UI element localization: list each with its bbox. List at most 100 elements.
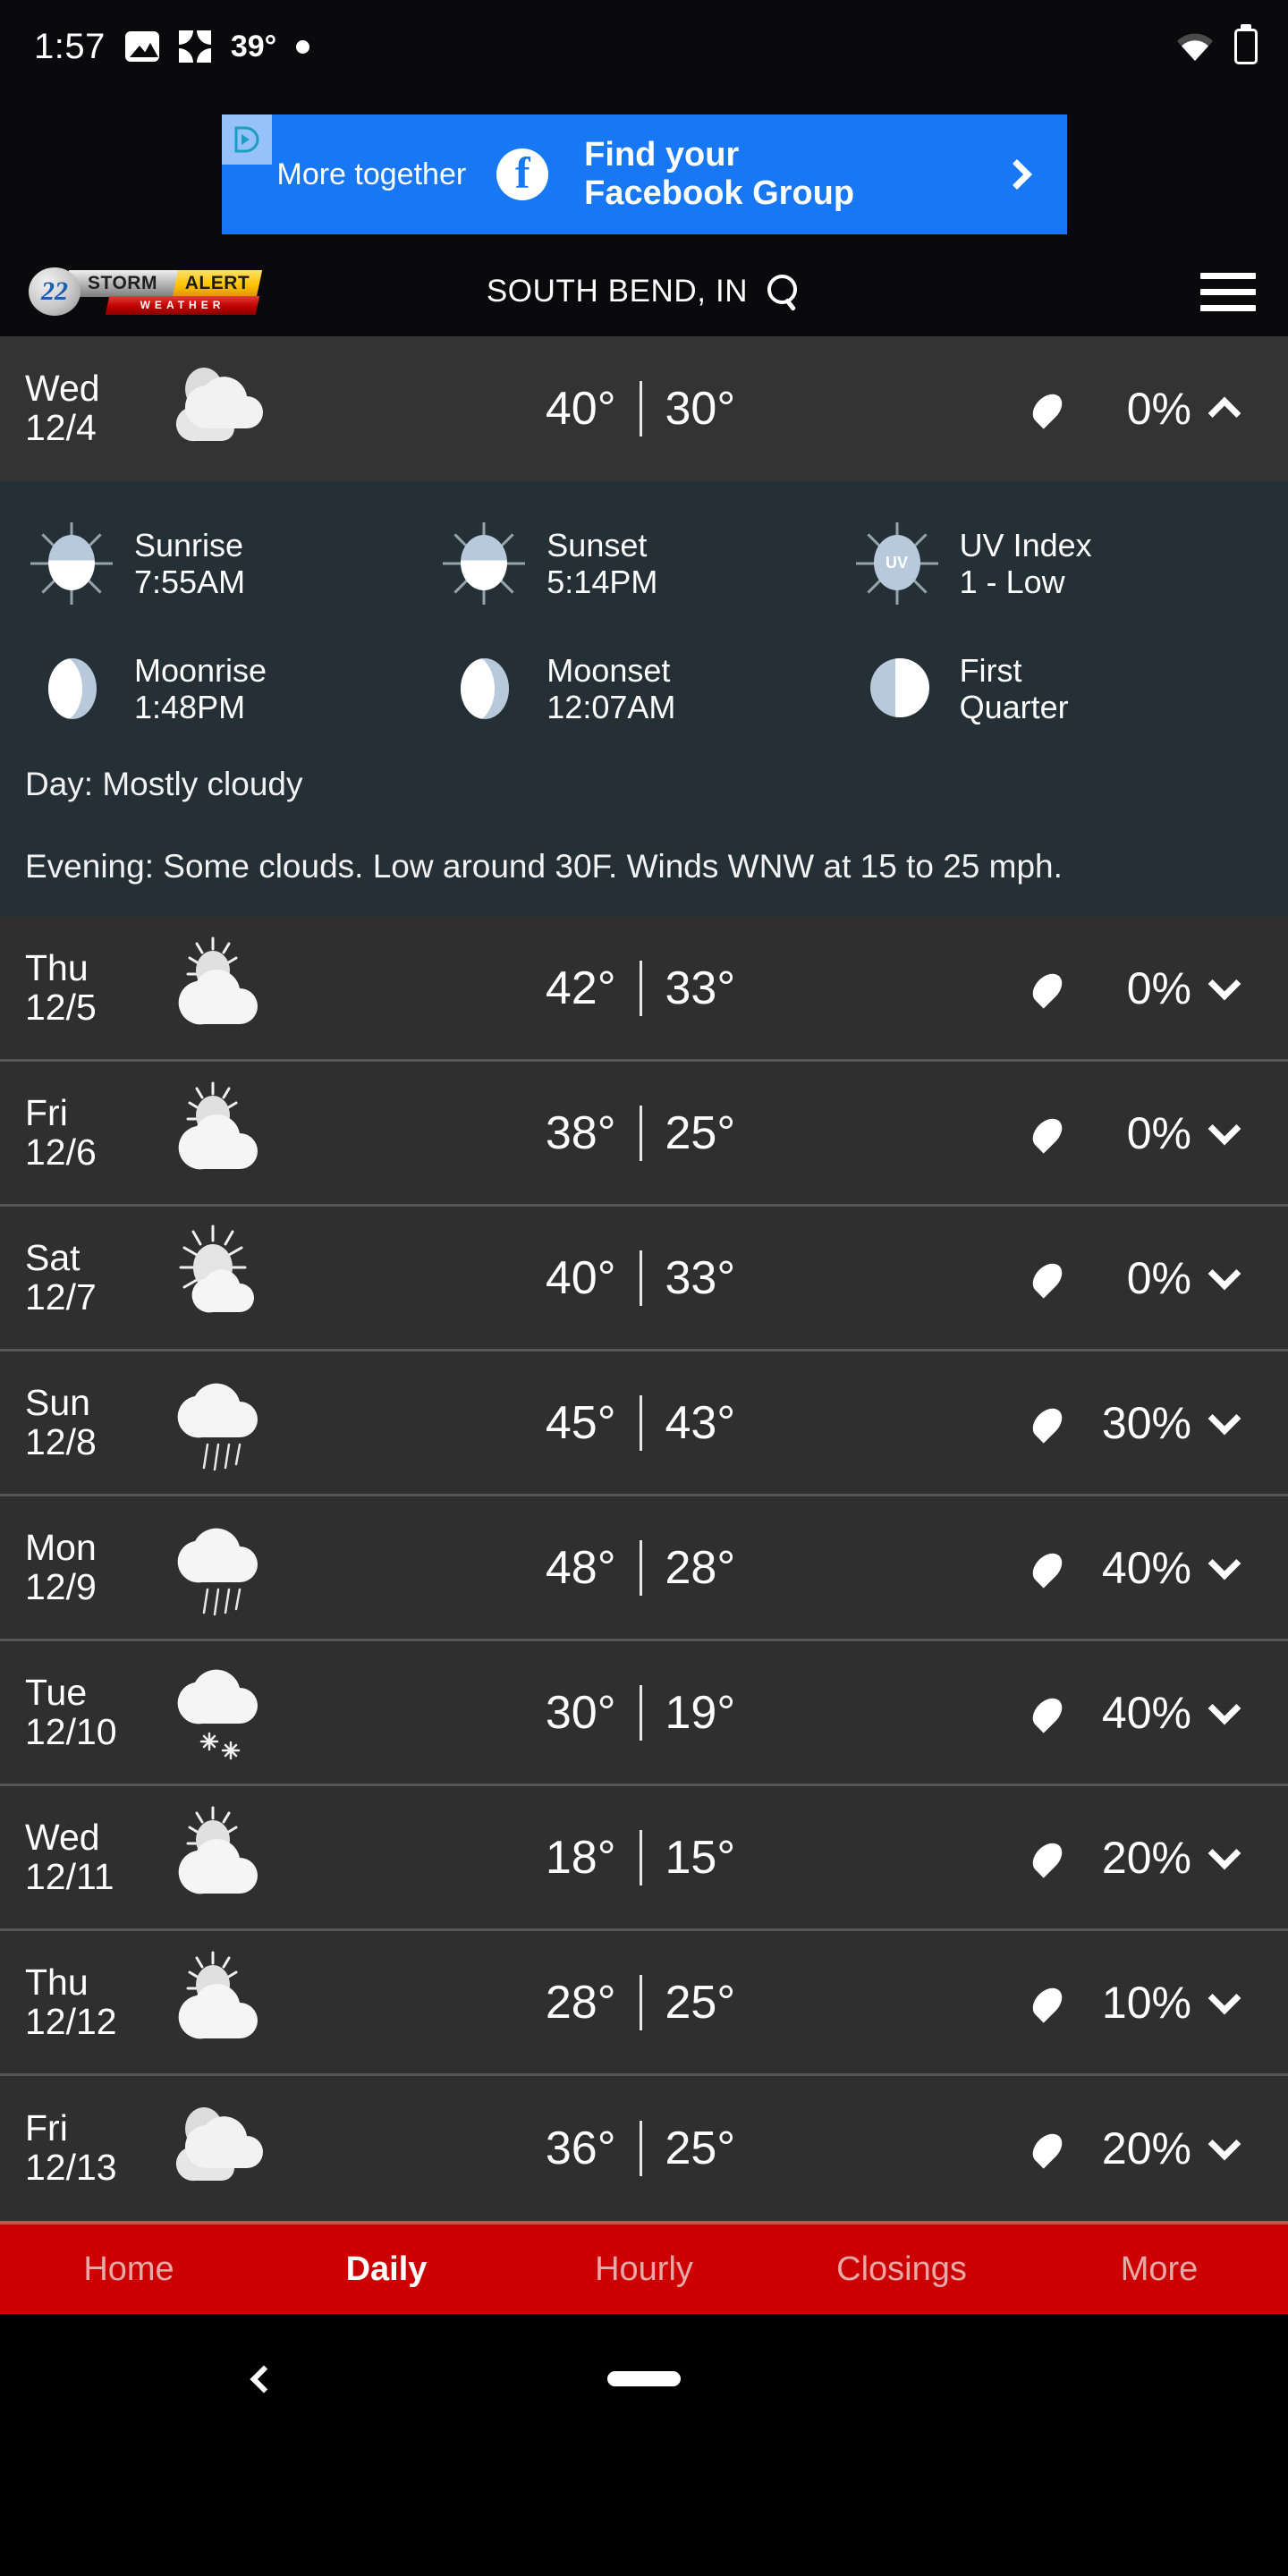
forecast-description: Day: Mostly cloudy Evening: Some clouds.…	[25, 760, 1263, 890]
logo-channel-number: 22	[41, 276, 68, 306]
forecast-date: Wed 12/4	[25, 369, 140, 448]
forecast-day-name: Tue	[25, 1671, 88, 1713]
forecast-precip-value: 0%	[1126, 1252, 1191, 1303]
forecast-row-mon-12-9[interactable]: Mon 12/9 48° 28° 40%	[0, 1496, 1288, 1642]
forecast-day-name: Sat	[25, 1236, 80, 1278]
logo-channel-badge: 22	[29, 267, 80, 316]
location-label[interactable]: SOUTH BEND, IN	[487, 274, 748, 309]
logo-weather-plate: WEATHER	[105, 296, 260, 315]
sunrise-value: 7:55AM	[134, 564, 246, 600]
forecast-day-name: Wed	[25, 368, 100, 410]
ad-headline-line1: Find your	[584, 135, 740, 174]
forecast-precip-value: 10%	[1101, 1977, 1191, 2028]
forecast-precip: 0%	[971, 962, 1191, 1014]
partly-sunny-icon	[140, 930, 309, 1046]
nav-tab-home[interactable]: Home	[0, 2250, 258, 2289]
expand-chevron-icon[interactable]	[1191, 1836, 1258, 1870]
forecast-row-sun-12-8[interactable]: Sun 12/8 45° 43° 30%	[0, 1352, 1288, 1497]
home-pill-icon[interactable]	[607, 2371, 681, 2387]
forecast-low: 28°	[665, 1541, 736, 1594]
mostly-cloudy-icon	[140, 351, 309, 467]
hamburger-menu-icon[interactable]	[1200, 272, 1256, 311]
forecast-temps: 38° 25°	[309, 1105, 971, 1161]
uv-index-text: UV Index 1 - Low	[960, 527, 1092, 600]
forecast-row-fri-12-6[interactable]: Fri 12/6 38° 25° 0%	[0, 1062, 1288, 1208]
nav-tab-closings[interactable]: Closings	[773, 2250, 1030, 2289]
ad-headline-line2: Facebook Group	[584, 174, 855, 212]
forecast-day-date: 12/5	[25, 986, 97, 1028]
moonset-label: Moonset	[547, 651, 671, 689]
forecast-high: 38°	[545, 1106, 616, 1159]
expand-chevron-icon[interactable]	[1191, 1981, 1258, 2015]
forecast-row-fri-12-13[interactable]: Fri 12/13 36° 25° 20%	[0, 2076, 1288, 2221]
forecast-low: 25°	[665, 1976, 736, 2029]
forecast-precip-value: 0%	[1126, 384, 1191, 434]
temp-divider	[639, 1394, 642, 1451]
forecast-row-wed-12-4[interactable]: Wed 12/4 40° 30° 0%	[0, 336, 1288, 481]
status-bar: 1:57 39°	[0, 0, 1288, 93]
back-chevron-icon[interactable]	[250, 2365, 278, 2394]
expand-chevron-icon[interactable]	[1191, 1257, 1258, 1291]
forecast-row-thu-12-5[interactable]: Thu 12/5 42° 33° 0%	[0, 917, 1288, 1063]
expand-chevron-icon[interactable]	[1191, 2127, 1258, 2161]
forecast-precip: 40%	[971, 1687, 1191, 1739]
daily-forecast-list: Wed 12/4 40° 30° 0% Sunrise 7:55AM Sunse…	[0, 336, 1288, 2222]
forecast-high: 36°	[545, 2123, 616, 2175]
battery-charging-icon	[1234, 29, 1258, 64]
nav-tab-daily[interactable]: Daily	[258, 2250, 515, 2289]
logo-word-storm: STORM	[88, 273, 157, 293]
temp-divider	[639, 1684, 642, 1741]
water-drop-icon	[1027, 1837, 1068, 1878]
status-bar-right	[1175, 29, 1258, 64]
nav-tab-more[interactable]: More	[1030, 2250, 1288, 2289]
search-icon[interactable]	[766, 274, 801, 309]
forecast-precip-value: 30%	[1101, 1397, 1191, 1448]
forecast-date: Thu 12/5	[25, 948, 140, 1028]
facebook-group-ad[interactable]: More together Find your Facebook Group	[221, 114, 1067, 234]
ad-choices-icon[interactable]	[221, 114, 272, 165]
nav-tab-hourly[interactable]: Hourly	[515, 2250, 773, 2289]
chevron-right-icon[interactable]	[1001, 159, 1032, 190]
forecast-temps: 18° 15°	[309, 1829, 971, 1885]
forecast-date: Mon 12/9	[25, 1528, 140, 1607]
forecast-precip-value: 0%	[1126, 962, 1191, 1013]
forecast-evening-description: Evening: Some clouds. Low around 30F. Wi…	[25, 847, 1063, 885]
forecast-day-description: Day: Mostly cloudy	[25, 766, 303, 802]
expand-chevron-icon[interactable]	[1191, 967, 1258, 1001]
water-drop-icon	[1027, 2128, 1068, 2169]
forecast-row-wed-12-11[interactable]: Wed 12/11 18° 15° 20%	[0, 1786, 1288, 1932]
forecast-high: 40°	[545, 383, 616, 435]
logo-word-weather: WEATHER	[140, 299, 225, 311]
moon-phase-value: Quarter	[959, 689, 1069, 725]
forecast-high: 18°	[545, 1831, 616, 1884]
forecast-date: Sat 12/7	[25, 1236, 140, 1318]
logo-storm-plate: STORM	[63, 270, 182, 297]
expand-chevron-icon[interactable]	[1191, 1402, 1258, 1436]
forecast-temps: 40° 33°	[309, 1250, 971, 1306]
moonset-text: Moonset 12:07AM	[547, 652, 675, 725]
forecast-precip: 0%	[971, 383, 1191, 435]
temp-divider	[639, 1974, 642, 2030]
forecast-detail-panel: Sunrise 7:55AM Sunset 5:14PM UV UV Index…	[0, 481, 1288, 918]
forecast-row-tue-12-10[interactable]: Tue 12/10 30° 19° 40%	[0, 1641, 1288, 1787]
uv-index-icon	[851, 517, 944, 610]
expand-chevron-icon[interactable]	[1191, 1546, 1258, 1580]
forecast-date: Thu 12/12	[25, 1961, 140, 2042]
collapse-chevron-icon[interactable]	[1191, 393, 1258, 430]
forecast-day-name: Thu	[25, 1961, 89, 2003]
status-bar-temperature: 39°	[230, 30, 277, 64]
temp-divider	[639, 1539, 642, 1596]
moonrise-icon	[25, 642, 118, 735]
forecast-precip: 30%	[971, 1397, 1191, 1449]
forecast-row-sat-12-7[interactable]: Sat 12/7 40° 33° 0%	[0, 1207, 1288, 1352]
forecast-row-thu-12-12[interactable]: Thu 12/12 28° 25° 10%	[0, 1931, 1288, 2077]
expand-chevron-icon[interactable]	[1191, 1691, 1258, 1725]
expand-chevron-icon[interactable]	[1191, 1112, 1258, 1146]
forecast-precip: 20%	[971, 1832, 1191, 1884]
forecast-date: Fri 12/13	[25, 2109, 140, 2188]
water-drop-icon	[1027, 1402, 1068, 1444]
forecast-temps: 42° 33°	[309, 960, 971, 1016]
moonrise-text: Moonrise 1:48PM	[134, 652, 267, 725]
station-logo[interactable]: STORM ALERT WEATHER 22	[14, 263, 263, 320]
rain-icon	[140, 1365, 309, 1481]
